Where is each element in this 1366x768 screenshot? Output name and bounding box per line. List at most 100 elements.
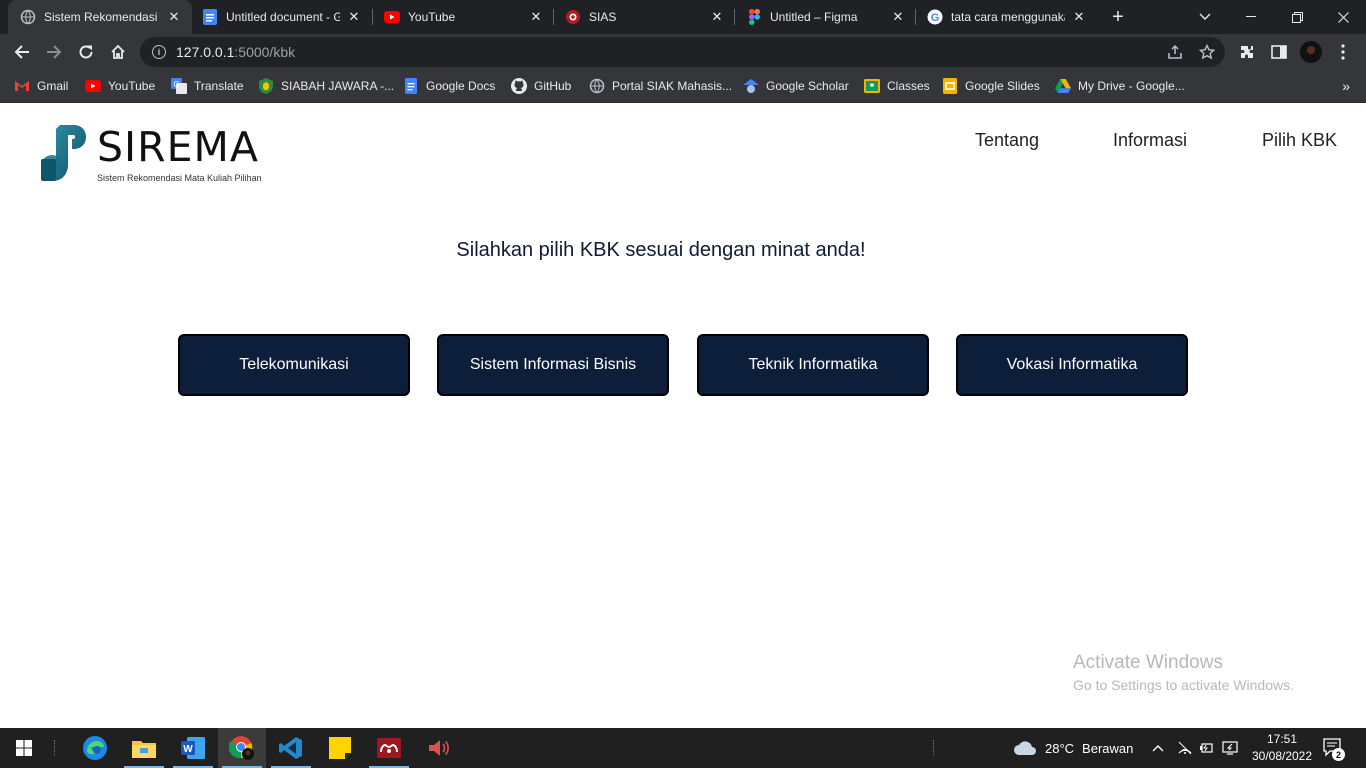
bookmark-gmail[interactable]: Gmail (14, 76, 68, 96)
tab-sias[interactable]: SIAS ✕ (553, 0, 735, 34)
drive-icon (1055, 78, 1071, 94)
start-icon (16, 740, 32, 756)
kbk-telekomunikasi-button[interactable]: Telekomunikasi (178, 334, 410, 396)
nav-tentang[interactable]: Tentang (975, 130, 1039, 151)
tab-figma[interactable]: Untitled – Figma ✕ (734, 0, 916, 34)
forward-button[interactable] (40, 38, 68, 66)
clock-time: 17:51 (1266, 732, 1298, 746)
taskbar-clock[interactable]: 17:51 30/08/2022 (1242, 731, 1322, 765)
taskbar-divider (54, 740, 56, 756)
google-icon: G (927, 9, 943, 25)
close-icon[interactable]: ✕ (166, 9, 182, 25)
tab-sirema[interactable]: Sistem Rekomendasi M ✕ (8, 0, 192, 34)
info-icon[interactable]: i (152, 45, 166, 59)
sirema-logo-mark (41, 125, 86, 181)
close-icon[interactable]: ✕ (528, 9, 544, 25)
bookmark-classes[interactable]: Classes (864, 76, 930, 96)
youtube-icon (85, 78, 101, 94)
bookmarks-bar: Gmail YouTube G Translate SIABAH JAWARA … (0, 70, 1366, 103)
shield-icon (258, 78, 274, 94)
activate-windows-title: Activate Windows (1073, 652, 1223, 673)
mendeley-icon[interactable] (365, 728, 413, 768)
show-hidden-icons-chevron-icon[interactable] (1152, 728, 1164, 768)
wifi-icon[interactable] (1177, 728, 1193, 768)
tab-google-docs[interactable]: Untitled document - G ✕ (190, 0, 372, 34)
google-docs-icon (403, 78, 419, 94)
kbk-vokasi-informatika-button[interactable]: Vokasi Informatika (956, 334, 1188, 396)
bookmark-portal-siak[interactable]: Portal SIAK Mahasis... (589, 76, 732, 96)
close-icon[interactable]: ✕ (709, 9, 725, 25)
tab-youtube[interactable]: YouTube ✕ (372, 0, 554, 34)
clock-date: 30/08/2022 (1251, 749, 1313, 763)
weather-widget[interactable]: 28°C Berawan (1013, 728, 1133, 768)
notification-center-button[interactable]: 2 (1323, 728, 1345, 768)
menu-kebab-icon[interactable] (1331, 40, 1355, 64)
profile-avatar[interactable] (1299, 40, 1323, 64)
sticky-notes-icon[interactable] (316, 728, 364, 768)
bookmark-translate[interactable]: G Translate (171, 76, 244, 96)
bookmark-github[interactable]: GitHub (511, 76, 571, 96)
kbk-teknik-informatika-button[interactable]: Teknik Informatika (697, 334, 929, 396)
bookmark-google-scholar[interactable]: Google Scholar (743, 76, 849, 96)
display-icon[interactable] (1222, 728, 1238, 768)
tab-title: Untitled document - G (226, 10, 340, 24)
svg-text:G: G (173, 80, 179, 89)
globe-icon (589, 78, 605, 94)
cloud-icon (1014, 741, 1036, 755)
tab-title: tata cara menggunaka (951, 10, 1065, 24)
page-heading: Silahkan pilih KBK sesuai dengan minat a… (456, 239, 866, 261)
extensions-icon[interactable] (1235, 40, 1259, 64)
edge-icon[interactable] (71, 728, 119, 768)
bookmark-my-drive[interactable]: My Drive - Google... (1055, 76, 1185, 96)
side-panel-icon[interactable] (1267, 40, 1291, 64)
battery-icon[interactable] (1199, 728, 1215, 768)
logo-wordmark: SIREMA (97, 123, 259, 171)
close-icon[interactable]: ✕ (1071, 9, 1087, 25)
tab-strip: Sistem Rekomendasi M ✕ Untitled document… (0, 0, 1366, 34)
bookmarks-overflow-chevron-icon[interactable]: » (1342, 78, 1350, 94)
new-tab-button[interactable]: + (1106, 5, 1130, 29)
gmail-icon (14, 78, 30, 94)
word-icon[interactable]: W (169, 728, 217, 768)
bookmark-google-docs[interactable]: Google Docs (403, 76, 495, 96)
nav-informasi[interactable]: Informasi (1113, 130, 1187, 151)
address-bar[interactable]: i 127.0.0.1:5000/kbk (140, 37, 1225, 67)
chrome-icon[interactable] (218, 728, 266, 768)
url-text: 127.0.0.1:5000/kbk (176, 44, 296, 60)
home-button[interactable] (104, 38, 132, 66)
reload-button[interactable] (72, 38, 100, 66)
svg-text:G: G (931, 12, 940, 24)
svg-text:W: W (183, 744, 193, 755)
bookmark-siabah[interactable]: SIABAH JAWARA -... (258, 76, 394, 96)
tab-google-search[interactable]: G tata cara menggunaka ✕ (915, 0, 1097, 34)
youtube-icon (384, 9, 400, 25)
close-icon[interactable]: ✕ (890, 9, 906, 25)
bookmark-google-slides[interactable]: Google Slides (942, 76, 1040, 96)
audio-app-icon[interactable] (414, 728, 462, 768)
sirema-logo[interactable]: SIREMA Sistem Rekomendasi Mata Kuliah Pi… (40, 123, 290, 185)
tab-search-icon[interactable] (1182, 0, 1228, 34)
restore-button[interactable] (1274, 0, 1320, 34)
logo-subtitle: Sistem Rekomendasi Mata Kuliah Pilihan (97, 173, 262, 183)
start-button[interactable] (0, 728, 48, 768)
back-button[interactable] (8, 38, 36, 66)
vscode-icon[interactable] (267, 728, 315, 768)
bookmark-youtube[interactable]: YouTube (85, 76, 155, 96)
slides-icon (942, 78, 958, 94)
figma-icon (746, 9, 762, 25)
close-icon[interactable]: ✕ (346, 9, 362, 25)
bookmark-star-icon[interactable] (1199, 44, 1215, 60)
weather-description: Berawan (1082, 740, 1134, 756)
page-content: SIREMA Sistem Rekomendasi Mata Kuliah Pi… (0, 103, 1366, 728)
sias-icon (565, 9, 581, 25)
nav-pilih-kbk[interactable]: Pilih KBK (1262, 130, 1337, 151)
minimize-button[interactable] (1228, 0, 1274, 34)
kbk-sistem-informasi-bisnis-button[interactable]: Sistem Informasi Bisnis (437, 334, 669, 396)
tab-title: SIAS (589, 10, 617, 24)
taskbar-divider (933, 740, 935, 756)
share-icon[interactable] (1167, 44, 1183, 60)
translate-icon: G (171, 78, 187, 94)
notification-badge: 2 (1332, 748, 1345, 761)
close-window-button[interactable] (1320, 0, 1366, 34)
file-explorer-icon[interactable] (120, 728, 168, 768)
